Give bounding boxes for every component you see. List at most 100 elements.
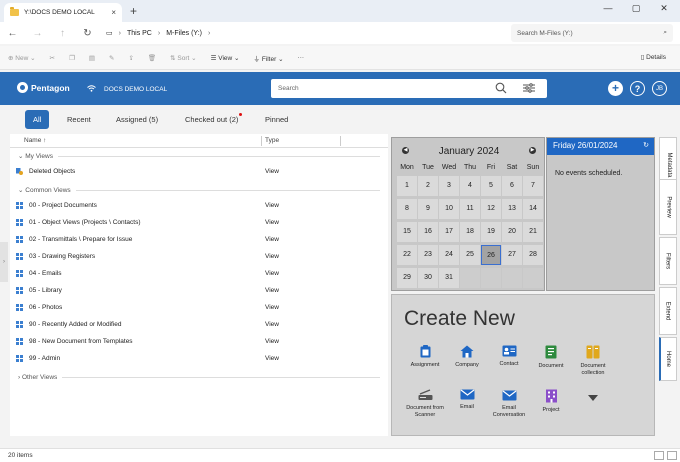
calendar-day[interactable]: 28 — [523, 245, 543, 265]
side-tab-filters[interactable]: Filters — [659, 237, 677, 285]
create-email-button[interactable]: Email — [444, 389, 490, 411]
column-divider[interactable] — [340, 136, 341, 146]
create-contact-button[interactable]: Contact — [486, 345, 532, 368]
tab-pinned[interactable]: Pinned — [257, 110, 296, 129]
view-button[interactable]: ☰ View ⌄ — [211, 54, 240, 62]
calendar-day[interactable]: 16 — [418, 222, 438, 242]
group-common-views[interactable]: ⌄ Common Views — [18, 186, 380, 194]
breadcrumb-mfiles[interactable]: M-Files (Y:) — [166, 30, 202, 37]
breadcrumb[interactable]: ▭ › This PC › M-Files (Y:) › — [100, 24, 505, 42]
create-document-button[interactable]: Document — [528, 345, 574, 370]
new-tab-button[interactable]: + — [130, 4, 137, 18]
create-company-button[interactable]: Company — [444, 345, 490, 369]
close-button[interactable]: ✕ — [654, 3, 674, 14]
calendar-day[interactable]: 29 — [397, 268, 417, 288]
list-item[interactable]: 99 - Admin View — [16, 352, 382, 366]
create-document-collection-button[interactable]: Document collection — [570, 345, 616, 376]
copy-icon[interactable]: ❐ — [69, 54, 75, 62]
calendar-day[interactable]: 23 — [418, 245, 438, 265]
tab-assigned[interactable]: Assigned (5) — [108, 110, 166, 129]
calendar-day[interactable]: 4 — [460, 176, 480, 196]
user-avatar[interactable]: JB — [652, 81, 667, 96]
calendar-day[interactable]: 5 — [481, 176, 501, 196]
details-button[interactable]: ▯ Details — [641, 53, 666, 61]
list-item[interactable]: 04 - Emails View — [16, 267, 382, 281]
calendar-day[interactable]: 20 — [502, 222, 522, 242]
more-options-button[interactable]: ··· — [298, 54, 305, 61]
tab-all[interactable]: All — [25, 110, 50, 129]
calendar-day[interactable]: 6 — [502, 176, 522, 196]
help-icon[interactable]: ? — [630, 81, 645, 96]
calendar-day[interactable]: 21 — [523, 222, 543, 242]
create-plus-icon[interactable]: + — [608, 81, 623, 96]
details-view-icon[interactable] — [654, 451, 664, 460]
vault-selector[interactable]: DOCS DEMO LOCAL — [87, 85, 167, 94]
calendar-day[interactable]: 31 — [439, 268, 459, 288]
calendar-day[interactable]: 19 — [481, 222, 501, 242]
side-tab-preview[interactable]: Preview — [659, 179, 677, 235]
calendar-day[interactable]: 13 — [502, 199, 522, 219]
list-item[interactable]: 01 - Object Views (Projects \ Contacts) V… — [16, 216, 382, 230]
calendar-day[interactable]: 24 — [439, 245, 459, 265]
calendar-day[interactable]: 25 — [460, 245, 480, 265]
paste-icon[interactable]: ▤ — [89, 54, 95, 62]
create-assignment-button[interactable]: Assignment — [402, 345, 448, 369]
calendar-day[interactable]: 10 — [439, 199, 459, 219]
minimize-button[interactable]: — — [598, 3, 618, 13]
calendar-day[interactable]: 12 — [481, 199, 501, 219]
next-month-arrow-icon[interactable]: ▶ — [529, 147, 536, 154]
calendar-day[interactable]: 30 — [418, 268, 438, 288]
list-item[interactable]: 90 - Recently Added or Modified View — [16, 318, 382, 332]
list-item[interactable]: 05 - Library View — [16, 284, 382, 298]
calendar-day[interactable]: 11 — [460, 199, 480, 219]
column-divider[interactable] — [261, 136, 262, 146]
share-icon[interactable]: ⇪ — [128, 54, 133, 62]
maximize-button[interactable]: ▢ — [626, 3, 646, 14]
calendar-day[interactable]: 2 — [418, 176, 438, 196]
forward-arrow-icon[interactable]: → — [25, 28, 50, 39]
tab-checked-out[interactable]: Checked out (2) — [177, 110, 250, 129]
calendar-day[interactable]: 22 — [397, 245, 417, 265]
list-item-deleted-objects[interactable]: Deleted Objects View — [16, 165, 382, 179]
new-button[interactable]: ⊕ New ⌄ — [8, 54, 36, 62]
delete-icon[interactable]: 🗑 — [148, 54, 156, 62]
up-arrow-icon[interactable]: ↑ — [50, 28, 75, 39]
explorer-search-input[interactable]: Search M-Files (Y:) ⌕ — [511, 24, 673, 42]
calendar-day[interactable]: 14 — [523, 199, 543, 219]
side-tab-extend[interactable]: Extend — [659, 287, 677, 335]
calendar-day[interactable]: 8 — [397, 199, 417, 219]
refresh-icon[interactable]: ↻ — [643, 141, 649, 149]
filter-button[interactable]: ⏚ Filter ⌄ — [254, 53, 284, 63]
browser-tab[interactable]: Y:\DOCS DEMO LOCAL × — [4, 3, 122, 22]
calendar-day[interactable]: 9 — [418, 199, 438, 219]
create-document-from-scanner-button[interactable]: Document from Scanner — [402, 389, 448, 418]
calendar-day[interactable]: 7 — [523, 176, 543, 196]
breadcrumb-this-pc[interactable]: This PC — [127, 30, 152, 37]
search-filter-icon[interactable] — [523, 83, 535, 93]
list-item[interactable]: 98 - New Document from Templates View — [16, 335, 382, 349]
list-item[interactable]: 06 - Photos View — [16, 301, 382, 315]
show-more-create-button[interactable] — [570, 395, 616, 405]
create-email-conversation-button[interactable]: Email Conversation — [486, 389, 532, 418]
tiles-view-icon[interactable] — [667, 451, 677, 460]
calendar-day[interactable]: 3 — [439, 176, 459, 196]
column-name[interactable]: Name ↑ — [24, 137, 46, 144]
search-icon[interactable] — [495, 82, 507, 94]
column-type[interactable]: Type — [265, 137, 279, 144]
calendar-day[interactable]: 18 — [460, 222, 480, 242]
side-tab-home[interactable]: Home — [659, 337, 677, 381]
calendar-day[interactable]: 17 — [439, 222, 459, 242]
cut-icon[interactable]: ✂ — [50, 54, 55, 62]
create-project-button[interactable]: Project — [528, 389, 574, 414]
mfiles-search-input[interactable]: Search — [271, 79, 547, 98]
calendar-day[interactable]: 15 — [397, 222, 417, 242]
sort-button[interactable]: ⇅ Sort ⌄ — [170, 54, 196, 62]
list-item[interactable]: 02 - Transmittals \ Prepare for Issue Vie… — [16, 233, 382, 247]
rename-icon[interactable]: ✎ — [109, 54, 114, 62]
list-item[interactable]: 03 - Drawing Registers View — [16, 250, 382, 264]
group-my-views[interactable]: ⌄ My Views — [18, 152, 380, 160]
group-other-views[interactable]: › Other Views — [18, 374, 380, 381]
tab-recent[interactable]: Recent — [59, 110, 99, 129]
left-panel-expander[interactable]: › — [0, 242, 8, 282]
calendar-day[interactable]: 1 — [397, 176, 417, 196]
